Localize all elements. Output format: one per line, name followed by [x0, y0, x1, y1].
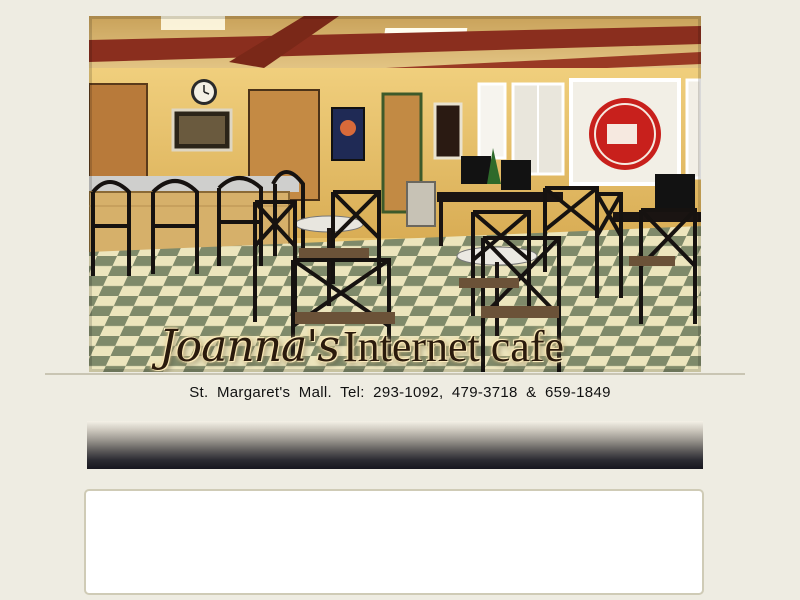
header-divider [45, 373, 745, 375]
contact-info: St. Margaret's Mall. Tel: 293-1092, 479-… [189, 384, 611, 401]
cafe-logo-icon [589, 98, 661, 170]
content-panel [84, 489, 704, 595]
site-title-script: Joanna's [159, 321, 340, 372]
navigation-bar[interactable] [87, 421, 703, 469]
site-title: Joanna's Internet cafe [159, 302, 679, 372]
site-title-block: Internet cafe [342, 322, 565, 371]
clock-icon [191, 79, 217, 105]
hero-photo: Joanna's Internet cafe [89, 16, 701, 372]
page: Joanna's Internet cafe St. Margaret's Ma… [0, 0, 800, 600]
